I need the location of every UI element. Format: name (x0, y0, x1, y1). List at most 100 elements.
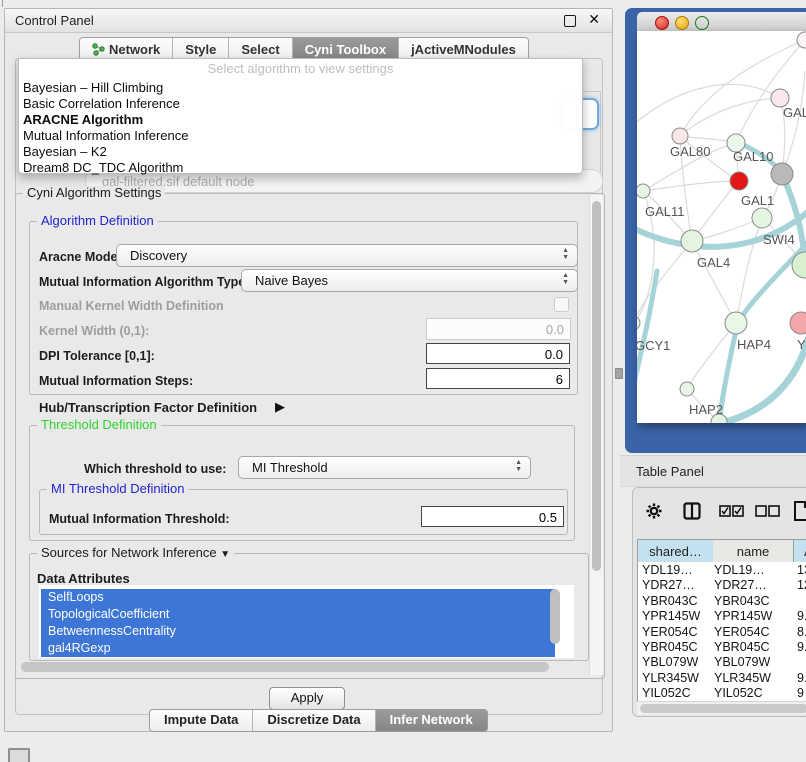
algorithm-definition-title: Algorithm Definition (37, 214, 158, 228)
node-label: GAL10 (733, 149, 773, 164)
network-node-hap4[interactable] (725, 312, 747, 334)
aracne-mode-combo[interactable]: Discovery ▲▼ (116, 244, 578, 267)
table-panel-bar: Table Panel (620, 455, 806, 487)
network-node-gal4[interactable] (681, 230, 703, 252)
which-threshold-label: Which threshold to use: (84, 462, 226, 476)
column-header-partial[interactable]: A (794, 539, 806, 564)
table-row[interactable]: YDL19…YDL19…13 (638, 562, 806, 577)
bottom-tab-impute-data[interactable]: Impute Data (150, 710, 253, 731)
network-icon (92, 43, 105, 56)
apply-button[interactable]: Apply (269, 687, 345, 710)
network-node-gal80[interactable] (672, 128, 688, 144)
aracne-mode-value: Discovery (130, 248, 187, 263)
scrollbar-thumb[interactable] (592, 201, 601, 571)
network-canvas[interactable]: GALGAL80GAL10GAL11GAL1SWI4GAL4GCY1HAP4YH… (637, 31, 806, 423)
settings-vertical-scrollbar[interactable] (589, 195, 603, 675)
tab-cyni-toolbox[interactable]: Cyni Toolbox (293, 38, 399, 60)
node-label: GCY1 (637, 338, 670, 353)
table-cell: YLR345W (642, 671, 699, 685)
aracne-mode-label: Aracne Mode: (39, 250, 122, 264)
network-node-gal1[interactable] (752, 208, 772, 228)
node-label: GAL80 (670, 144, 710, 159)
algorithm-option[interactable]: Bayesian – Hill Climbing (23, 80, 578, 96)
dpi-tolerance-field[interactable]: 0.0 (426, 343, 570, 364)
scrollbar-thumb[interactable] (21, 662, 549, 672)
table-cell: YBL079W (714, 655, 770, 669)
network-node-y[interactable] (790, 312, 806, 334)
collapsed-panel-icon[interactable] (8, 748, 30, 762)
table-rows: YDL19…YDL19…13YDR27…YDR27…12YBR043CYBR04… (637, 562, 806, 701)
bottom-tab-infer-network[interactable]: Infer Network (376, 710, 487, 731)
application-screen: Control Panel ✕ NetworkStyleSelectCyni T… (0, 0, 806, 762)
export-table-icon[interactable] (793, 500, 806, 522)
panel-divider-grip[interactable] (615, 368, 623, 379)
settings-horizontal-scrollbar[interactable] (17, 661, 585, 674)
tab-jactivemnodules[interactable]: jActiveMNodules (399, 38, 528, 60)
gear-icon[interactable] (645, 502, 663, 520)
table-cell: 9. (797, 609, 806, 623)
table-panel-title: Table Panel (636, 464, 704, 479)
network-node[interactable] (730, 172, 748, 190)
manual-kernel-label: Manual Kernel Width Definition (39, 299, 224, 313)
table-row[interactable]: YER054CYER054C8. (638, 624, 806, 639)
tab-style[interactable]: Style (173, 38, 229, 60)
table-cell: YDL19… (642, 563, 693, 577)
close-traffic-light[interactable] (655, 16, 669, 30)
deselect-all-icon[interactable] (755, 505, 781, 517)
network-node[interactable] (771, 163, 793, 185)
close-icon[interactable]: ✕ (588, 11, 600, 28)
algorithm-option[interactable]: Dream8 DC_TDC Algorithm (23, 160, 578, 176)
select-all-icon[interactable] (719, 505, 745, 517)
table-row[interactable]: YBR045CYBR045C9. (638, 639, 806, 654)
table-row[interactable]: YBL079WYBL079W (638, 654, 806, 669)
network-node-gal11[interactable] (637, 184, 650, 198)
network-node-gcy1[interactable] (637, 316, 640, 330)
data-attributes-list[interactable]: SelfLoopsTopologicalCoefficientBetweenne… (39, 585, 574, 658)
column-header-name[interactable]: name (713, 539, 794, 564)
columns-icon[interactable] (683, 502, 701, 520)
node-label: SWI4 (763, 232, 795, 247)
table-horizontal-scrollbar[interactable] (637, 701, 806, 715)
which-threshold-combo[interactable]: MI Threshold ▲▼ (238, 456, 531, 479)
algorithm-option[interactable]: Mutual Information Inference (23, 128, 578, 144)
table-row[interactable]: YLR345WYLR345W9. (638, 670, 806, 685)
attribute-item[interactable]: SelfLoops (41, 589, 555, 606)
collapse-arrow-icon[interactable]: ▼ (220, 549, 230, 560)
table-cell: YDR27… (714, 578, 767, 592)
algorithm-option[interactable]: Bayesian – K2 (23, 144, 578, 160)
table-cell: YER054C (642, 625, 698, 639)
tab-select[interactable]: Select (229, 38, 292, 60)
attribute-item[interactable]: TopologicalCoefficient (41, 606, 555, 623)
manual-kernel-checkbox (554, 297, 569, 312)
network-window-titlebar[interactable] (637, 12, 806, 32)
table-row[interactable]: YPR145WYPR145W9. (638, 608, 806, 623)
table-cell: YIL052C (714, 686, 763, 700)
attributes-list-scrollbar[interactable] (550, 589, 560, 644)
column-header-shared-name[interactable]: shared… (637, 539, 714, 564)
network-node[interactable] (797, 32, 806, 48)
expand-arrow-icon[interactable]: ▶ (275, 399, 285, 415)
node-label: GAL (783, 105, 806, 120)
algorithm-option[interactable]: ARACNE Algorithm (23, 112, 578, 128)
attribute-item[interactable]: gal4RGexp (41, 640, 555, 657)
table-cell: 9 (797, 686, 804, 700)
network-node-hap2[interactable] (680, 382, 694, 396)
zoom-traffic-light[interactable] (695, 16, 709, 30)
float-icon[interactable] (564, 15, 576, 27)
bottom-tab-discretize-data[interactable]: Discretize Data (253, 710, 375, 731)
algorithm-option[interactable]: Basic Correlation Inference (23, 96, 578, 112)
mi-algorithm-type-combo[interactable]: Naive Bayes ▲▼ (241, 269, 578, 292)
attribute-item[interactable]: BetweennessCentrality (41, 623, 555, 640)
table-row[interactable]: YDR27…YDR27…12 (638, 577, 806, 592)
scrollbar-thumb[interactable] (640, 704, 806, 713)
table-cell: YDR27… (642, 578, 695, 592)
cyni-bottom-tabbar: Impute DataDiscretize DataInfer Network (149, 709, 488, 732)
tab-network[interactable]: Network (80, 38, 173, 60)
mi-steps-field[interactable]: 6 (426, 368, 570, 389)
table-row[interactable]: YIL052CYIL052C9 (638, 685, 806, 700)
mi-threshold-field[interactable]: 0.5 (421, 506, 564, 527)
table-row[interactable]: YBR043CYBR043C (638, 593, 806, 608)
minimize-traffic-light[interactable] (675, 16, 689, 30)
table-cell: 8. (797, 625, 806, 639)
hub-section-label[interactable]: Hub/Transcription Factor Definition (39, 400, 257, 415)
